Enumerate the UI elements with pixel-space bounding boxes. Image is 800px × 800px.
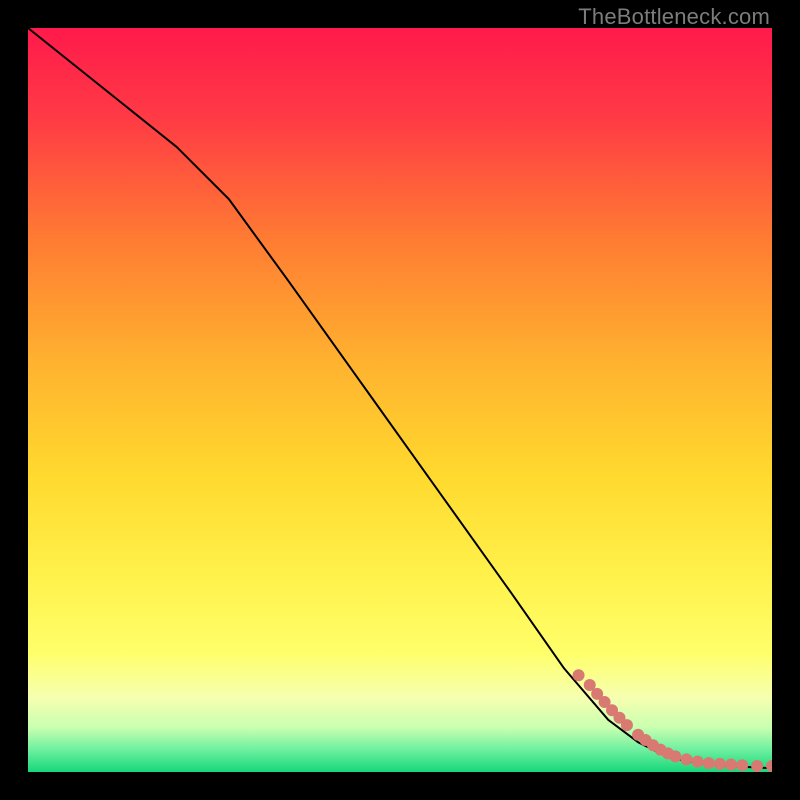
- data-point: [703, 757, 715, 769]
- data-point: [714, 758, 726, 770]
- data-point: [573, 669, 585, 681]
- data-point: [692, 756, 704, 768]
- data-point: [725, 759, 737, 771]
- data-point: [680, 753, 692, 765]
- data-point: [766, 760, 772, 772]
- data-point: [736, 759, 748, 771]
- outer-frame: TheBottleneck.com: [0, 0, 800, 800]
- data-point: [621, 719, 633, 731]
- watermark-text: TheBottleneck.com: [578, 4, 770, 30]
- chart-svg: [28, 28, 772, 772]
- data-point: [751, 760, 763, 772]
- scatter-points: [573, 669, 772, 772]
- data-point: [669, 750, 681, 762]
- plot-area: [28, 28, 772, 772]
- curve-path: [28, 28, 772, 768]
